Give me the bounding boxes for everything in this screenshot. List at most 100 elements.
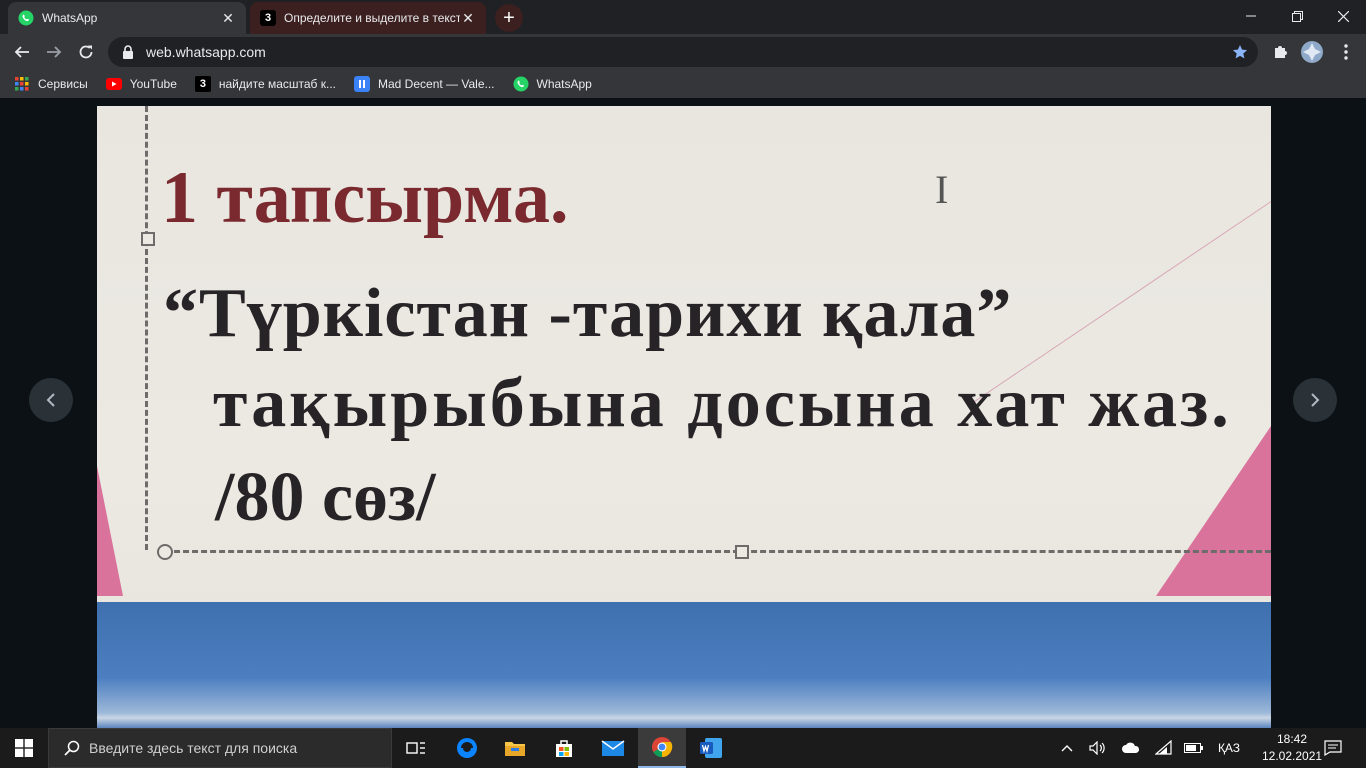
file-explorer-button[interactable] bbox=[491, 728, 539, 768]
volume-button[interactable] bbox=[1086, 728, 1110, 768]
resize-handle bbox=[141, 232, 155, 246]
textbox-border-horizontal bbox=[165, 550, 1271, 553]
bookmark-star-icon[interactable] bbox=[1232, 44, 1248, 65]
youtube-icon bbox=[105, 76, 122, 92]
tab-whatsapp[interactable]: WhatsApp ✕ bbox=[8, 2, 246, 34]
store-app-button[interactable] bbox=[540, 728, 588, 768]
chevron-right-icon bbox=[1311, 393, 1320, 407]
back-button[interactable] bbox=[6, 36, 38, 68]
network-button[interactable] bbox=[1152, 728, 1176, 768]
mail-icon bbox=[601, 740, 625, 756]
search-icon bbox=[63, 739, 81, 757]
language-indicator[interactable]: ҚАЗ bbox=[1212, 728, 1246, 768]
chevron-left-icon bbox=[46, 393, 55, 407]
address-bar[interactable]: web.whatsapp.com bbox=[108, 37, 1258, 67]
rotate-handle bbox=[157, 544, 173, 560]
folder-icon bbox=[505, 742, 525, 756]
pink-shape-left bbox=[97, 466, 123, 596]
onedrive-button[interactable] bbox=[1118, 728, 1144, 768]
znanija-icon: 3 bbox=[260, 10, 276, 26]
word-app-button[interactable] bbox=[687, 728, 735, 768]
task-instruction: тақырыбына досына хат жаз. bbox=[213, 365, 1232, 442]
chevron-up-icon bbox=[1061, 745, 1073, 752]
media-viewer: 1 тапсырма. “Түркістан -тарихи қала” тақ… bbox=[0, 98, 1366, 728]
new-tab-button[interactable]: + bbox=[495, 4, 523, 32]
maximize-button[interactable] bbox=[1274, 0, 1320, 32]
lock-icon bbox=[120, 44, 136, 60]
url-text: web.whatsapp.com bbox=[146, 44, 266, 60]
wifi-icon bbox=[1155, 740, 1172, 755]
speaker-icon bbox=[1089, 741, 1105, 755]
task-word-count: /80 сөз/ bbox=[215, 459, 436, 536]
mail-app-button[interactable] bbox=[589, 728, 637, 768]
reload-icon bbox=[79, 45, 93, 59]
bookmark-youtube[interactable]: YouTube bbox=[105, 76, 177, 92]
bookmark-services[interactable]: Сервисы bbox=[14, 76, 88, 92]
chrome-menu-button[interactable] bbox=[1330, 36, 1362, 68]
avatar-icon bbox=[1301, 41, 1323, 63]
profile-button[interactable] bbox=[1296, 36, 1328, 68]
close-tab-icon[interactable]: ✕ bbox=[220, 10, 236, 26]
close-tab-icon[interactable]: ✕ bbox=[460, 10, 476, 26]
show-hidden-icons-button[interactable] bbox=[1056, 728, 1078, 768]
tab-strip: WhatsApp ✕ 3 Определите и выделите в тек… bbox=[0, 0, 1366, 34]
kebab-menu-icon bbox=[1344, 44, 1348, 60]
minimize-button[interactable] bbox=[1228, 0, 1274, 32]
znanija-icon: 3 bbox=[194, 76, 211, 92]
close-window-button[interactable] bbox=[1320, 0, 1366, 32]
cloud-icon bbox=[1122, 742, 1140, 753]
bookmark-label: WhatsApp bbox=[536, 77, 592, 91]
clock[interactable]: 18:42 12.02.2021 bbox=[1262, 731, 1322, 765]
clock-date: 12.02.2021 bbox=[1262, 749, 1323, 763]
photo-image: 1 тапсырма. “Түркістан -тарихи қала” тақ… bbox=[97, 106, 1271, 728]
text-cursor-icon: I bbox=[935, 167, 949, 212]
store-bag-icon bbox=[556, 740, 572, 757]
bookmark-label: YouTube bbox=[129, 77, 177, 91]
chrome-app-button[interactable] bbox=[638, 728, 686, 768]
resize-handle bbox=[735, 545, 749, 559]
bookmark-label: найдите масштаб к... bbox=[218, 77, 336, 91]
pink-shape-right bbox=[1156, 426, 1271, 596]
browser-toolbar: web.whatsapp.com bbox=[0, 34, 1366, 70]
battery-icon bbox=[1184, 743, 1203, 753]
pause-icon bbox=[354, 76, 370, 92]
notification-icon bbox=[1324, 740, 1342, 756]
edge-icon bbox=[457, 738, 477, 758]
bookmark-mad-decent[interactable]: Mad Decent — Vale... bbox=[354, 76, 495, 92]
start-button[interactable] bbox=[0, 728, 48, 768]
bookmark-label: Mad Decent — Vale... bbox=[378, 77, 495, 91]
next-media-button[interactable] bbox=[1293, 378, 1337, 422]
whatsapp-icon bbox=[18, 10, 34, 26]
back-arrow-icon bbox=[14, 46, 29, 58]
windows-logo-icon bbox=[15, 739, 33, 757]
reload-button[interactable] bbox=[70, 36, 102, 68]
search-placeholder: Введите здесь текст для поиска bbox=[89, 740, 298, 756]
taskbar-search-box[interactable]: Введите здесь текст для поиска bbox=[48, 728, 392, 768]
extensions-button[interactable] bbox=[1264, 36, 1296, 68]
tab-title: Определите и выделите в текст bbox=[284, 11, 460, 25]
previous-media-button[interactable] bbox=[29, 378, 73, 422]
forward-arrow-icon bbox=[47, 46, 62, 58]
tab-znanija[interactable]: 3 Определите и выделите в текст ✕ bbox=[250, 2, 486, 34]
bookmark-label: Сервисы bbox=[38, 77, 88, 91]
battery-button[interactable] bbox=[1182, 728, 1206, 768]
forward-button[interactable] bbox=[38, 36, 70, 68]
word-icon bbox=[700, 738, 722, 758]
edge-app-button[interactable] bbox=[443, 728, 491, 768]
clock-time: 18:42 bbox=[1276, 732, 1308, 746]
bookmark-znanija[interactable]: 3 найдите масштаб к... bbox=[194, 76, 336, 92]
action-center-button[interactable] bbox=[1320, 728, 1346, 768]
task-view-button[interactable] bbox=[392, 728, 440, 768]
bookmark-whatsapp[interactable]: WhatsApp bbox=[513, 76, 592, 92]
task-topic: “Түркістан -тарихи қала” bbox=[163, 275, 1013, 352]
bookmarks-bar: Сервисы YouTube 3 найдите масштаб к... M… bbox=[0, 70, 1366, 98]
windows-taskbar: Введите здесь текст для поиска ҚАЗ 18:42… bbox=[0, 728, 1366, 768]
chrome-icon bbox=[652, 737, 673, 758]
apps-grid-icon bbox=[14, 76, 30, 92]
textbox-border-vertical bbox=[145, 106, 148, 550]
tab-title: WhatsApp bbox=[42, 11, 98, 25]
task-view-icon bbox=[406, 742, 425, 754]
puzzle-icon bbox=[1275, 46, 1287, 58]
task-title: 1 тапсырма. bbox=[161, 157, 569, 239]
blue-taskbar-band bbox=[97, 602, 1271, 728]
